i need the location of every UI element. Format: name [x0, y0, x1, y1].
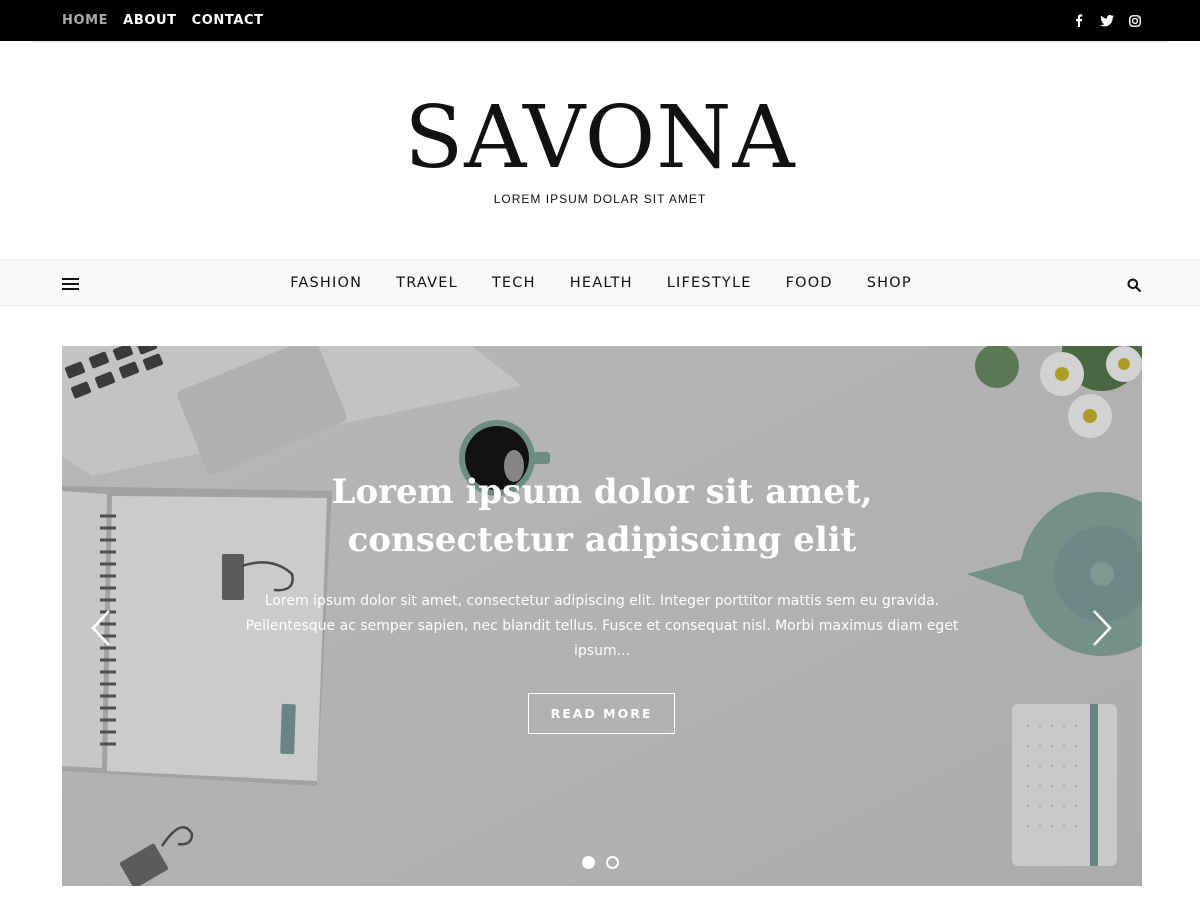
category-menu: FASHION TRAVEL TECH HEALTH LIFESTYLE FOO…	[0, 260, 1200, 306]
nav-item-lifestyle[interactable]: LIFESTYLE	[667, 275, 752, 291]
nav-item-shop[interactable]: SHOP	[867, 275, 912, 291]
nav-item-food[interactable]: FOOD	[786, 275, 833, 291]
site-logo[interactable]: SAVONA	[0, 88, 1200, 188]
facebook-icon[interactable]	[1072, 14, 1086, 28]
social-links	[1058, 0, 1142, 41]
nav-item-health[interactable]: HEALTH	[570, 275, 633, 291]
twitter-icon[interactable]	[1100, 14, 1114, 28]
main-nav: FASHION TRAVEL TECH HEALTH LIFESTYLE FOO…	[0, 259, 1200, 306]
top-bar-shadow	[32, 41, 1168, 44]
slider-prev-arrow-icon[interactable]	[89, 608, 113, 648]
nav-item-travel[interactable]: TRAVEL	[396, 275, 458, 291]
top-bar: HOME ABOUT CONTACT	[0, 0, 1200, 41]
slider-dot-1[interactable]	[582, 856, 595, 869]
read-more-button[interactable]: READ MORE	[528, 693, 675, 734]
slider-dot-2[interactable]	[606, 856, 619, 869]
top-nav-contact[interactable]: CONTACT	[192, 13, 264, 28]
search-icon[interactable]	[1127, 277, 1141, 292]
nav-item-tech[interactable]: TECH	[492, 275, 536, 291]
site-tagline: LOREM IPSUM DOLAR SIT AMET	[493, 192, 707, 206]
slide-title[interactable]: Lorem ipsum dolor sit amet, consectetur …	[222, 468, 982, 564]
slider-dots	[582, 856, 630, 870]
instagram-icon[interactable]	[1128, 14, 1142, 28]
top-nav-about[interactable]: ABOUT	[123, 13, 176, 28]
nav-item-fashion[interactable]: FASHION	[290, 275, 362, 291]
slide-excerpt: Lorem ipsum dolor sit amet, consectetur …	[245, 593, 959, 659]
top-nav: HOME ABOUT CONTACT	[62, 0, 279, 41]
top-nav-home[interactable]: HOME	[62, 13, 108, 28]
slider-next-arrow-icon[interactable]	[1090, 608, 1114, 648]
featured-slider: Lorem ipsum dolor sit amet, consectetur …	[62, 346, 1142, 886]
